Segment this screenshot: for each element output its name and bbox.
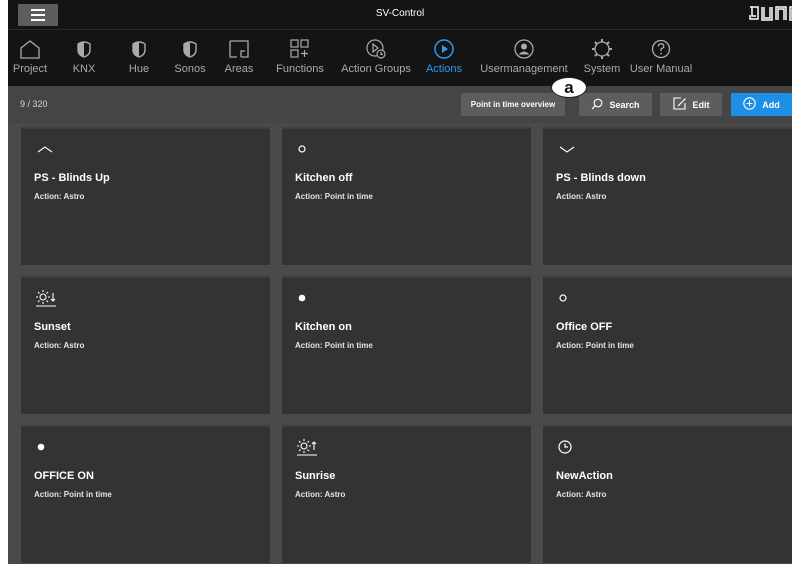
nav-sonos[interactable]: Sonos [168,30,212,86]
action-name: Office OFF [556,321,613,333]
action-name: PS - Blinds Up [34,172,110,184]
nav-project[interactable]: Project [8,30,52,86]
action-card[interactable]: NewAction Action: Astro [543,425,792,563]
search-icon [591,98,603,112]
home-icon [19,38,41,60]
action-type: Action: Astro [556,490,607,499]
half-shield-icon [182,38,198,60]
action-name: PS - Blinds down [556,172,646,184]
actions-grid: PS - Blinds Up Action: Astro Kitchen off… [8,123,792,564]
action-type: Action: Point in time [295,192,373,201]
action-name: Sunrise [295,470,336,482]
button-label: Add [762,99,780,110]
nav-label: Action Groups [341,63,411,75]
half-shield-icon [76,38,92,60]
action-card[interactable]: Kitchen on Action: Point in time [282,276,531,414]
action-type: Action: Point in time [295,341,373,350]
action-type: Action: Point in time [34,490,112,499]
action-card[interactable]: PS - Blinds Up Action: Astro [21,127,270,265]
nav-label: Hue [128,63,150,75]
nav-knx[interactable]: KNX [64,30,104,86]
nav-action-groups[interactable]: Action Groups [338,30,414,86]
gear-icon [591,38,613,60]
app-window: SV-Control Project KNX Hue Sonos Areas F… [8,0,792,564]
action-card[interactable]: Kitchen off Action: Point in time [282,127,531,265]
edit-button[interactable]: Edit [660,93,722,116]
nav-label: Usermanagement [480,63,568,75]
edit-icon [672,97,687,112]
nav-usermanagement[interactable]: Usermanagement [476,30,572,86]
action-type: Action: Astro [556,192,607,201]
title-bar: SV-Control [8,0,792,30]
item-count: 9 / 320 [20,99,48,109]
nav-label: Functions [276,63,324,75]
nav-label: Actions [425,63,463,75]
area-icon [229,38,249,60]
button-label: Edit [692,99,710,110]
action-card[interactable]: Sunrise Action: Astro [282,425,531,563]
nav-label: KNX [72,63,96,75]
nav-label: User Manual [629,63,693,75]
circle-outline-icon [557,289,587,307]
functions-grid-icon [290,38,310,60]
nav-actions[interactable]: Actions [422,30,466,86]
nav-label: Sonos [174,63,206,75]
half-shield-icon [131,38,147,60]
action-type: Action: Astro [295,490,346,499]
action-card[interactable]: Office OFF Action: Point in time [543,276,792,414]
action-type: Action: Astro [34,341,85,350]
help-circle-icon [650,38,672,60]
action-name: Kitchen off [295,172,353,184]
nav-label: Project [12,63,48,75]
circle-outline-icon [296,140,326,158]
action-name: OFFICE ON [34,470,94,482]
action-card[interactable]: Sunset Action: Astro [21,276,270,414]
button-label: Point in time overview [470,100,556,109]
jung-logo [748,5,792,23]
nav-hue[interactable]: Hue [121,30,157,86]
clock-icon [557,438,587,456]
nav-label: Areas [224,63,254,75]
window-title: SV-Control [375,8,425,19]
action-card[interactable]: PS - Blinds down Action: Astro [543,127,792,265]
sunset-icon [35,289,65,307]
point-in-time-overview-button[interactable]: Point in time overview [461,93,565,116]
toolbar: 9 / 320 Point in time overview Search Ed… [8,86,792,123]
nav-areas[interactable]: Areas [220,30,258,86]
action-name: NewAction [556,470,613,482]
user-circle-icon [513,38,535,60]
main-navigation: Project KNX Hue Sonos Areas Functions Ac… [8,30,792,86]
add-button[interactable]: Add [731,93,792,116]
annotation-callout: a [551,77,587,98]
nav-user-manual[interactable]: User Manual [624,30,698,86]
sunrise-icon [296,438,326,456]
play-circle-icon [433,38,455,60]
action-groups-icon [365,38,387,60]
action-name: Sunset [34,321,71,333]
circle-filled-icon [35,438,65,456]
chevron-up-icon [35,140,65,158]
button-label: Search [609,99,640,110]
menu-icon-bar [31,19,45,21]
nav-label: System [583,63,621,75]
nav-functions[interactable]: Functions [270,30,330,86]
action-type: Action: Point in time [556,341,634,350]
circle-filled-icon [296,289,326,307]
search-button[interactable]: Search [579,93,652,116]
chevron-down-icon [557,140,587,158]
action-type: Action: Astro [34,192,85,201]
action-card[interactable]: OFFICE ON Action: Point in time [21,425,270,563]
add-circle-icon [743,97,756,112]
action-name: Kitchen on [295,321,352,333]
nav-system[interactable]: System [580,30,624,86]
